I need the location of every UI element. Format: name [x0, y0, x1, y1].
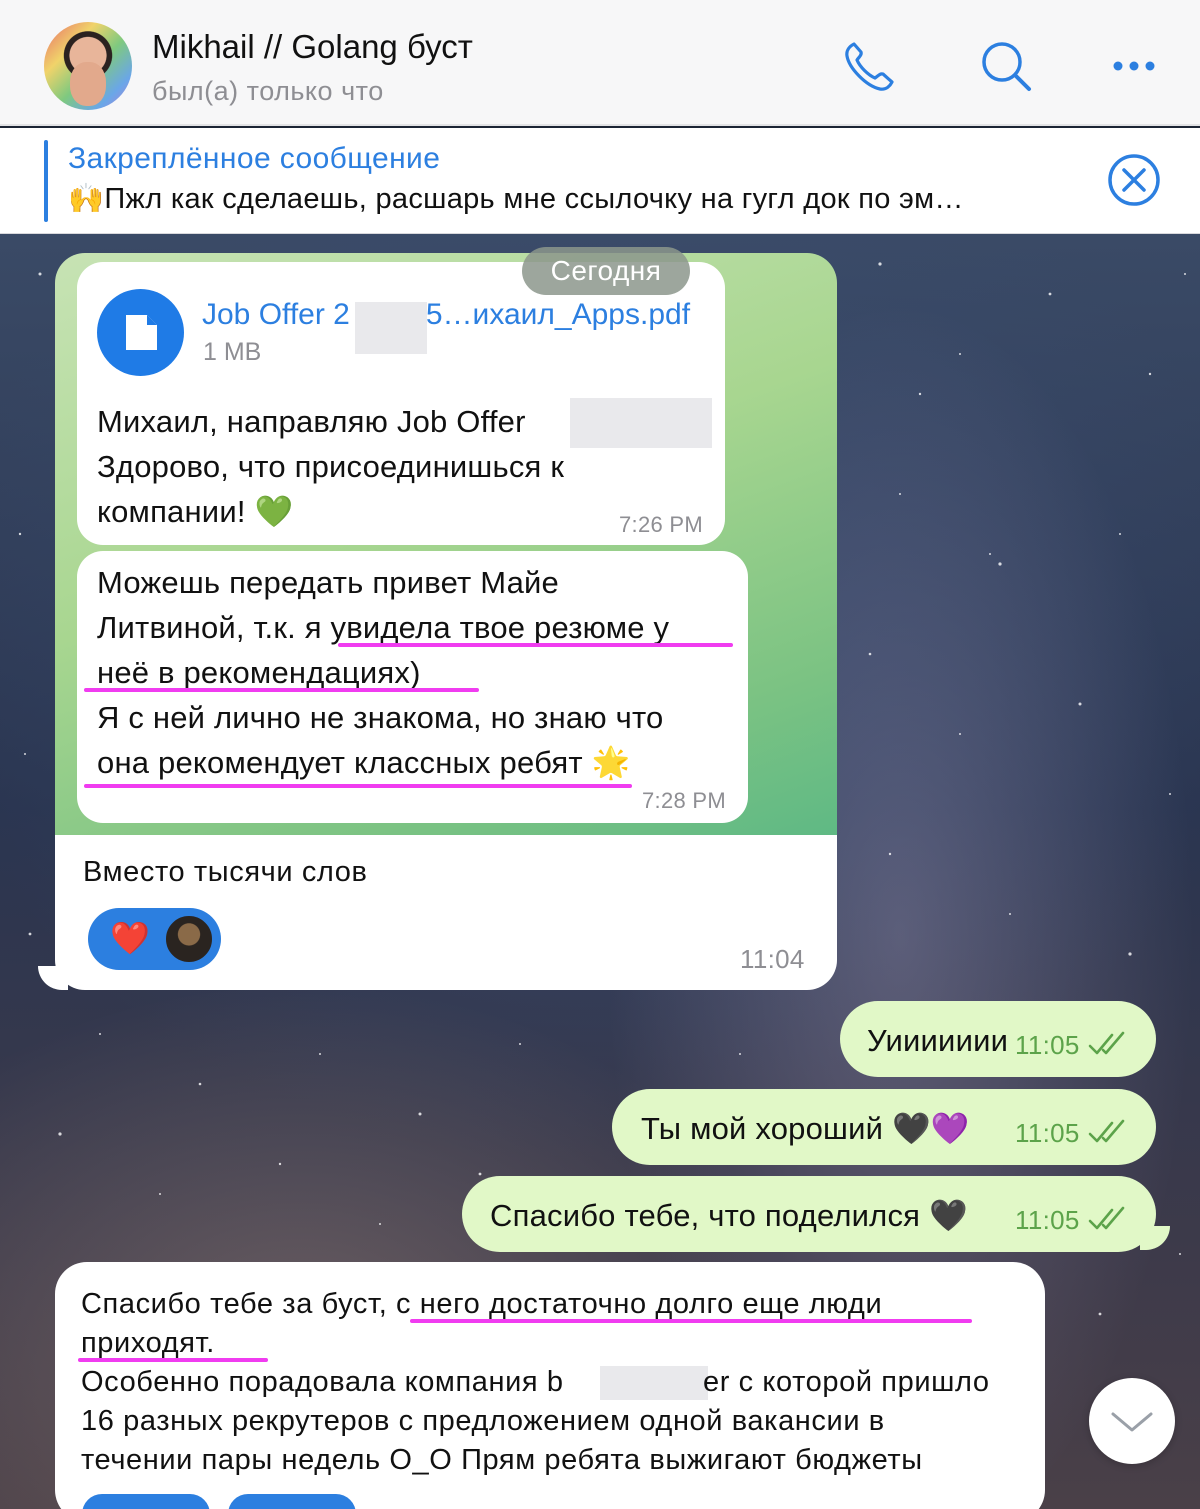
- message-line: Особенно порадовала компания b: [81, 1366, 564, 1398]
- double-check-icon: [1088, 1119, 1125, 1143]
- comment-text: Вместо тысячи слов: [83, 856, 368, 888]
- chat-status: был(а) только что: [152, 76, 384, 106]
- double-check-icon: [1088, 1206, 1125, 1230]
- outgoing-text: Спасибо тебе, что поделился 🖤: [490, 1198, 968, 1233]
- date-badge: Сегодня: [522, 247, 690, 295]
- reaction-chip[interactable]: [82, 1494, 210, 1509]
- more-icon[interactable]: [1104, 36, 1164, 96]
- message-line: компании! 💚: [97, 494, 294, 529]
- double-check-icon: [1088, 1031, 1125, 1055]
- pinned-indicator: [44, 140, 48, 222]
- chat-title[interactable]: Mikhail // Golang буст: [152, 28, 473, 66]
- outgoing-time: 11:05: [1015, 1118, 1080, 1148]
- message-line: 16 разных рекрутеров с предложением одно…: [81, 1405, 885, 1437]
- redacted-block: [600, 1366, 708, 1400]
- file-icon[interactable]: [97, 289, 184, 376]
- pinned-text: 🙌Пжл как сделаешь, расшарь мне ссылочку …: [68, 183, 964, 215]
- message-time: 7:28 PM: [642, 788, 727, 813]
- message-line: er с которой пришло: [703, 1366, 990, 1398]
- redacted-block: [355, 302, 427, 354]
- highlight-underline: [84, 688, 479, 692]
- chevron-down-icon: [1111, 1412, 1153, 1432]
- redacted-block: [570, 398, 712, 448]
- message-line: течении пары недель О_О Прям ребята выжи…: [81, 1444, 923, 1476]
- outgoing-text: Ты мой хороший 🖤💜: [641, 1111, 970, 1146]
- heart-icon: ❤️: [110, 920, 150, 956]
- message-time: 7:26 PM: [619, 512, 704, 537]
- message-time: 11:04: [740, 944, 805, 974]
- message-line: она рекомендует классных ребят 🌟: [97, 745, 631, 780]
- reaction-chip[interactable]: [228, 1494, 356, 1509]
- outgoing-time: 11:05: [1015, 1030, 1080, 1060]
- message-line: Я с ней лично не знакома, но знаю что: [97, 700, 664, 735]
- pinned-title: Закреплённое сообщение: [68, 142, 441, 175]
- highlight-underline: [84, 784, 632, 788]
- chat-header: Mikhail // Golang буст был(а) только что: [0, 0, 1200, 126]
- message-line: Михаил, направляю Job Offer: [97, 404, 526, 439]
- phone-icon[interactable]: [840, 36, 900, 96]
- message-line: Можешь передать привет Майе: [97, 565, 559, 600]
- outgoing-text: Уиииииии: [867, 1023, 1009, 1058]
- pinned-message-bar[interactable]: Закреплённое сообщение 🙌Пжл как сделаешь…: [0, 128, 1200, 234]
- highlight-underline: [410, 1319, 972, 1323]
- contact-avatar[interactable]: [44, 22, 132, 110]
- search-icon[interactable]: [976, 36, 1036, 96]
- highlight-underline: [78, 1358, 268, 1362]
- file-size: 1 MB: [203, 338, 262, 366]
- highlight-underline: [338, 643, 733, 647]
- message-line: Здорово, что присоединишься к: [97, 449, 565, 484]
- close-icon[interactable]: [1106, 152, 1162, 208]
- outgoing-time: 11:05: [1015, 1205, 1080, 1235]
- file-name[interactable]: Job Offer 2 5…ихаил_Apps.pdf: [202, 298, 690, 332]
- scroll-down-button[interactable]: [1089, 1378, 1175, 1464]
- reaction-avatar: [164, 914, 214, 964]
